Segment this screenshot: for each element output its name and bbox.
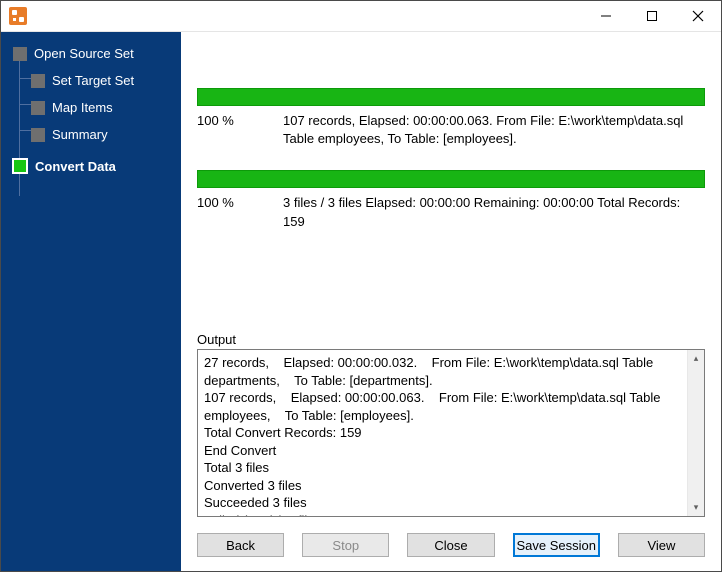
step-box-icon xyxy=(13,47,27,61)
step-box-icon xyxy=(31,101,45,115)
output-box[interactable]: 27 records, Elapsed: 00:00:00.032. From … xyxy=(197,349,705,517)
close-icon xyxy=(692,10,704,22)
save-session-button[interactable]: Save Session xyxy=(513,533,600,557)
scroll-down-icon[interactable]: ▾ xyxy=(688,499,705,516)
step-box-active-icon xyxy=(12,158,28,174)
file-progress-block: 100 % 107 records, Elapsed: 00:00:00.063… xyxy=(197,88,705,148)
back-button[interactable]: Back xyxy=(197,533,284,557)
overall-progress-details: 3 files / 3 files Elapsed: 00:00:00 Rema… xyxy=(283,194,705,230)
overall-progress-percent: 100 % xyxy=(197,194,283,230)
step-box-icon xyxy=(31,74,45,88)
output-text[interactable]: 27 records, Elapsed: 00:00:00.032. From … xyxy=(198,350,687,516)
app-window: Open Source Set Set Target Set Map Items… xyxy=(0,0,722,572)
scroll-up-icon[interactable]: ▴ xyxy=(688,350,705,367)
file-progress-details: 107 records, Elapsed: 00:00:00.063. From… xyxy=(283,112,705,148)
overall-progress-block: 100 % 3 files / 3 files Elapsed: 00:00:0… xyxy=(197,170,705,230)
step-box-icon xyxy=(31,128,45,142)
view-button[interactable]: View xyxy=(618,533,705,557)
sidebar-item-set-target-set[interactable]: Set Target Set xyxy=(31,73,173,88)
minimize-icon xyxy=(601,11,611,21)
app-icon xyxy=(9,7,27,25)
sidebar-item-open-source-set[interactable]: Open Source Set xyxy=(13,46,173,61)
sidebar-item-label: Map Items xyxy=(52,100,113,115)
output-label: Output xyxy=(197,332,705,347)
sidebar-item-label: Open Source Set xyxy=(34,46,134,61)
sidebar-item-summary[interactable]: Summary xyxy=(31,127,173,142)
button-row: Back Stop Close Save Session View xyxy=(181,525,721,571)
sidebar-item-convert-data[interactable]: Convert Data xyxy=(13,158,173,174)
output-scrollbar[interactable]: ▴ ▾ xyxy=(687,350,704,516)
close-dialog-button[interactable]: Close xyxy=(407,533,494,557)
titlebar[interactable] xyxy=(1,1,721,32)
wizard-sidebar: Open Source Set Set Target Set Map Items… xyxy=(1,32,181,571)
close-button[interactable] xyxy=(675,1,721,31)
maximize-icon xyxy=(647,11,657,21)
stop-button: Stop xyxy=(302,533,389,557)
file-progress-bar xyxy=(197,88,705,106)
file-progress-percent: 100 % xyxy=(197,112,283,148)
sidebar-item-label: Set Target Set xyxy=(52,73,134,88)
maximize-button[interactable] xyxy=(629,1,675,31)
sidebar-item-label: Summary xyxy=(52,127,108,142)
minimize-button[interactable] xyxy=(583,1,629,31)
main-panel: 100 % 107 records, Elapsed: 00:00:00.063… xyxy=(181,32,721,571)
sidebar-item-map-items[interactable]: Map Items xyxy=(31,100,173,115)
overall-progress-bar xyxy=(197,170,705,188)
sidebar-item-label: Convert Data xyxy=(35,159,116,174)
